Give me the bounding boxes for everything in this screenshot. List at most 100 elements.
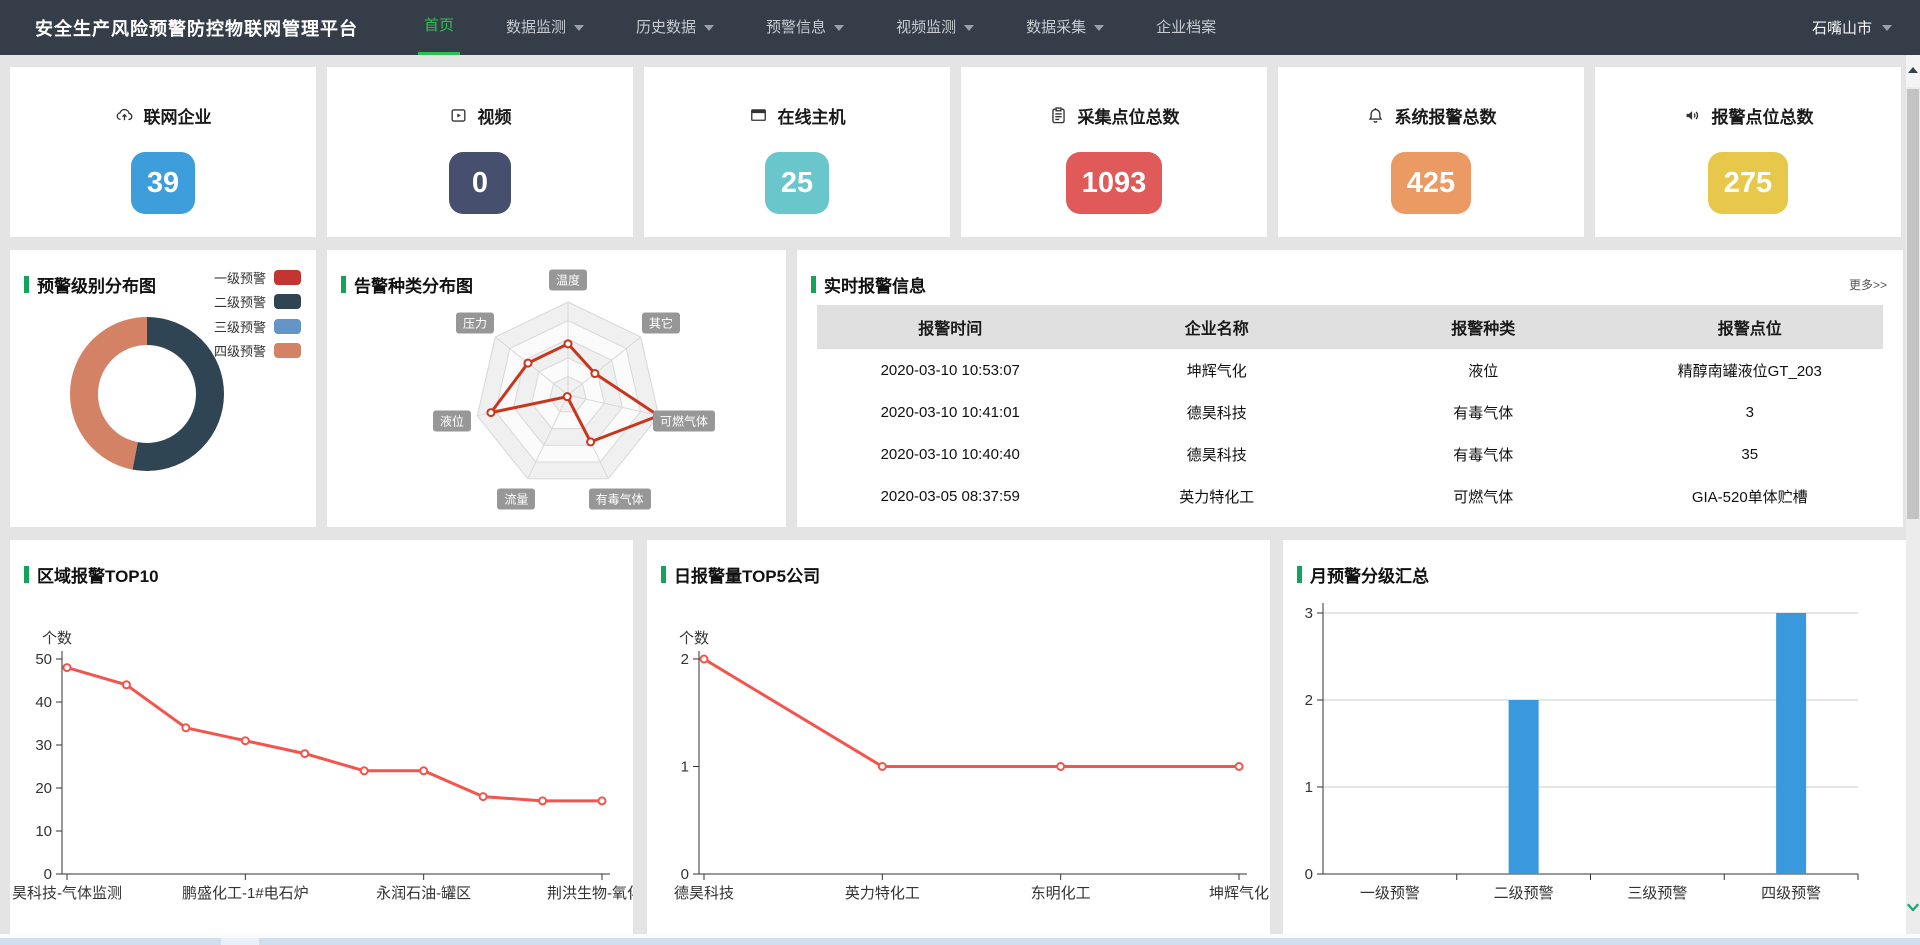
monthly-warning-bar-chart: 0123一级预警二级预警三级预警四级预警 bbox=[1283, 540, 1906, 934]
alarm-table-cell: 坤辉气化 bbox=[1084, 349, 1351, 391]
alarm-table-cell: 有毒气体 bbox=[1350, 433, 1617, 475]
stat-label: 视频 bbox=[478, 103, 512, 128]
monitor-icon bbox=[749, 106, 768, 125]
svg-text:0: 0 bbox=[1305, 866, 1313, 883]
region-label: 石嘴山市 bbox=[1812, 17, 1872, 38]
svg-text:0: 0 bbox=[44, 866, 52, 883]
nav-item-label: 预警信息 bbox=[766, 1, 826, 54]
stat-value-badge: 25 bbox=[765, 152, 829, 214]
svg-text:0: 0 bbox=[681, 866, 689, 883]
radar-axis-label: 有毒气体 bbox=[589, 488, 651, 509]
svg-text:50: 50 bbox=[35, 651, 52, 668]
app-title: 安全生产风险预警防控物联网管理平台 bbox=[35, 15, 358, 41]
svg-text:2: 2 bbox=[1305, 692, 1313, 709]
radar-axis-label: 流量 bbox=[497, 488, 535, 509]
col-enterprise: 企业名称 bbox=[1084, 305, 1351, 349]
vertical-scrollbar-thumb[interactable] bbox=[1907, 89, 1919, 519]
nav-item-0[interactable]: 首页 bbox=[418, 0, 460, 55]
panel-title: 实时报警信息 bbox=[811, 272, 926, 297]
col-alarm-type: 报警种类 bbox=[1350, 305, 1617, 349]
stat-label: 在线主机 bbox=[778, 103, 846, 128]
stat-card-system-alarms: 系统报警总数 425 bbox=[1278, 67, 1584, 237]
alarm-table-cell: 可燃气体 bbox=[1350, 475, 1617, 517]
alarm-table-cell: 3 bbox=[1617, 391, 1884, 433]
scroll-up-button[interactable] bbox=[1906, 55, 1920, 87]
panel-title-text: 实时报警信息 bbox=[824, 272, 926, 297]
svg-text:坤辉气化: 坤辉气化 bbox=[1209, 885, 1269, 902]
svg-text:3: 3 bbox=[1305, 605, 1313, 622]
chevron-down-icon bbox=[1094, 25, 1104, 31]
cloud-upload-icon bbox=[115, 106, 134, 125]
main-menu: 首页数据监测 历史数据 预警信息 视频监测数据采集 企业档案 bbox=[398, 0, 1242, 55]
nav-item-label: 历史数据 bbox=[636, 1, 696, 54]
title-accent-bar bbox=[811, 276, 816, 293]
clipboard-icon bbox=[1049, 106, 1068, 125]
horizontal-scrollbar[interactable] bbox=[0, 938, 1920, 945]
table-header-row: 报警时间 企业名称 报警种类 报警点位 bbox=[817, 305, 1883, 349]
stat-card-alarm-points: 报警点位总数 275 bbox=[1595, 67, 1901, 237]
region-alarm-top10-line-chart: 01020304050个数昊科技-气体监测鹏盛化工-1#电石炉永润石油-罐区荆洪… bbox=[10, 540, 633, 934]
nav-item-4[interactable]: 视频监测 bbox=[890, 0, 980, 55]
chevron-down-icon bbox=[964, 25, 974, 31]
region-selector[interactable]: 石嘴山市 bbox=[1812, 17, 1892, 38]
svg-text:永润石油-罐区: 永润石油-罐区 bbox=[376, 885, 471, 902]
alarm-table-cell: 2020-03-10 10:40:40 bbox=[817, 433, 1084, 475]
alarm-table-row: 2020-03-05 08:37:59英力特化工可燃气体GIA-520单体贮槽 bbox=[817, 475, 1883, 517]
alarm-table-cell: 2020-03-10 10:41:01 bbox=[817, 391, 1084, 433]
svg-text:昊科技-气体监测: 昊科技-气体监测 bbox=[12, 885, 122, 902]
svg-text:40: 40 bbox=[35, 694, 52, 711]
stat-label: 采集点位总数 bbox=[1078, 103, 1180, 128]
warning-level-donut-chart bbox=[10, 250, 316, 527]
stat-card-collection-points: 采集点位总数 1093 bbox=[961, 67, 1267, 237]
stat-card-connected-enterprises: 联网企业 39 bbox=[10, 67, 316, 237]
svg-text:东明化工: 东明化工 bbox=[1031, 885, 1091, 902]
alarm-table-cell: 德昊科技 bbox=[1084, 391, 1351, 433]
nav-item-label: 数据采集 bbox=[1026, 1, 1086, 54]
svg-text:四级预警: 四级预警 bbox=[1761, 885, 1821, 902]
dashboard-root: 安全生产风险预警防控物联网管理平台 首页数据监测 历史数据 预警信息 视频监测数据采集… bbox=[0, 0, 1920, 945]
alarm-table-cell: 2020-03-05 08:37:59 bbox=[817, 475, 1084, 517]
daily-alarm-top5-line-chart: 012个数德昊科技英力特化工东明化工坤辉气化 bbox=[647, 540, 1270, 934]
stat-value-badge: 39 bbox=[131, 152, 195, 214]
alarm-table-cell: 德昊科技 bbox=[1084, 433, 1351, 475]
stat-value-badge: 275 bbox=[1708, 152, 1788, 214]
panel-warning-level-distribution: 预警级别分布图 一级预警 二级预警 三级预警 四级预警 bbox=[10, 250, 316, 527]
panel-daily-alarm-top5: 日报警量TOP5公司 012个数德昊科技英力特化工东明化工坤辉气化 bbox=[647, 540, 1270, 934]
chevron-down-icon bbox=[1882, 25, 1892, 31]
vertical-scrollbar[interactable] bbox=[1906, 55, 1920, 945]
nav-item-label: 数据监测 bbox=[506, 1, 566, 54]
stat-label: 系统报警总数 bbox=[1395, 103, 1497, 128]
svg-text:英力特化工: 英力特化工 bbox=[845, 884, 920, 902]
nav-item-label: 企业档案 bbox=[1156, 1, 1216, 54]
bell-icon bbox=[1366, 106, 1385, 125]
svg-text:个数: 个数 bbox=[679, 630, 709, 647]
nav-item-1[interactable]: 数据监测 bbox=[500, 0, 590, 55]
nav-item-2[interactable]: 历史数据 bbox=[630, 0, 720, 55]
radar-axis-label: 其它 bbox=[642, 313, 680, 334]
radar-axis-label: 压力 bbox=[456, 313, 494, 334]
svg-text:1: 1 bbox=[1305, 779, 1313, 796]
nav-item-5[interactable]: 数据采集 bbox=[1020, 0, 1110, 55]
panel-alarm-type-distribution: 告警种类分布图 温度其它可燃气体有毒气体流量液位压力 bbox=[327, 250, 786, 527]
panel-realtime-alarms: 实时报警信息 更多>> 报警时间 企业名称 报警种类 报警点位 2020-03-… bbox=[797, 250, 1903, 527]
stat-value-badge: 0 bbox=[449, 152, 511, 214]
panel-region-alarm-top10: 区域报警TOP10 01020304050个数昊科技-气体监测鹏盛化工-1#电石… bbox=[10, 540, 633, 934]
top-navbar: 安全生产风险预警防控物联网管理平台 首页数据监测 历史数据 预警信息 视频监测数据采集… bbox=[0, 0, 1920, 55]
svg-text:鹏盛化工-1#电石炉: 鹏盛化工-1#电石炉 bbox=[182, 885, 309, 902]
svg-text:1: 1 bbox=[681, 759, 689, 776]
more-link[interactable]: 更多>> bbox=[1849, 276, 1887, 293]
stat-card-video: 视频 0 bbox=[327, 67, 633, 237]
col-alarm-time: 报警时间 bbox=[817, 305, 1084, 349]
alarm-table-cell: 英力特化工 bbox=[1084, 475, 1351, 517]
alarm-table-row: 2020-03-10 10:41:01德昊科技有毒气体3 bbox=[817, 391, 1883, 433]
stat-value-badge: 1093 bbox=[1066, 152, 1163, 214]
horizontal-scrollbar-thumb[interactable] bbox=[221, 938, 259, 945]
video-icon bbox=[449, 106, 468, 125]
svg-text:荆洪生物-氧化反: 荆洪生物-氧化反 bbox=[547, 885, 633, 902]
nav-item-6[interactable]: 企业档案 bbox=[1150, 0, 1222, 55]
alarm-table-cell: 液位 bbox=[1350, 349, 1617, 391]
radar-axis-label: 温度 bbox=[549, 270, 587, 291]
nav-item-3[interactable]: 预警信息 bbox=[760, 0, 850, 55]
svg-text:个数: 个数 bbox=[42, 630, 72, 647]
svg-text:30: 30 bbox=[35, 737, 52, 754]
